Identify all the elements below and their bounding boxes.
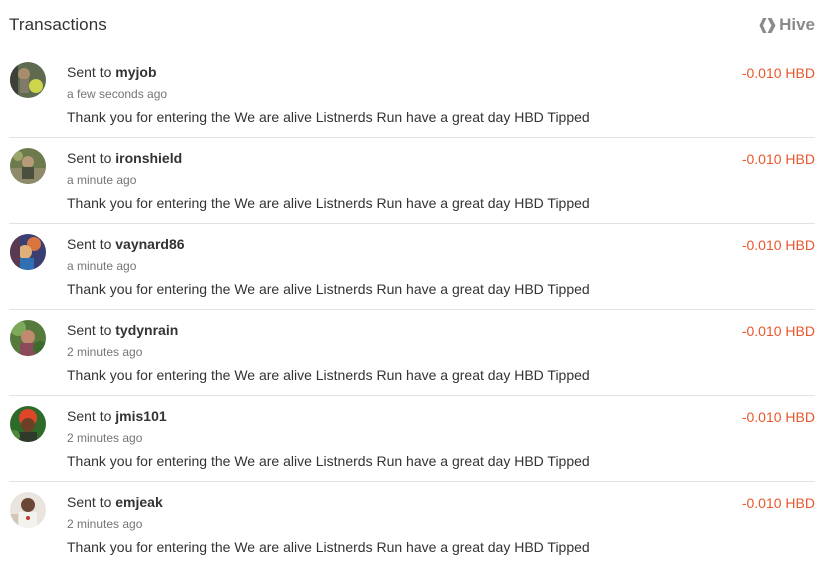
transaction-amount: -0.010 HBD bbox=[741, 495, 815, 511]
hive-logo-icon bbox=[759, 17, 776, 33]
page-title: Transactions bbox=[9, 15, 107, 34]
hive-brand-label: Hive bbox=[779, 15, 815, 34]
transaction-time: a few seconds ago bbox=[67, 87, 168, 101]
user-avatar-emjeak[interactable] bbox=[10, 492, 46, 528]
transaction-row: Sent to vaynard86 a minute ago Thank you… bbox=[9, 224, 815, 310]
transaction-memo: Thank you for entering the We are alive … bbox=[67, 367, 590, 383]
recipient-username[interactable]: jmis101 bbox=[115, 408, 166, 424]
transaction-amount: -0.010 HBD bbox=[741, 323, 815, 339]
transaction-description: Sent to ironshield bbox=[67, 150, 182, 166]
transaction-amount: -0.010 HBD bbox=[741, 65, 815, 81]
user-avatar-jmis101[interactable] bbox=[10, 406, 46, 442]
recipient-username[interactable]: tydynrain bbox=[115, 322, 178, 338]
transaction-time: a minute ago bbox=[67, 259, 137, 273]
transaction-row: Sent to jmis101 2 minutes ago Thank you … bbox=[9, 396, 815, 482]
recipient-username[interactable]: emjeak bbox=[115, 494, 162, 510]
recipient-username[interactable]: myjob bbox=[115, 64, 156, 80]
transactions-header: Transactions Hive bbox=[9, 0, 815, 50]
user-avatar-ironshield[interactable] bbox=[10, 148, 46, 184]
transaction-time: 2 minutes ago bbox=[67, 345, 143, 359]
transaction-memo: Thank you for entering the We are alive … bbox=[67, 539, 590, 555]
transaction-description: Sent to tydynrain bbox=[67, 322, 178, 338]
sent-to-label: Sent to bbox=[67, 64, 112, 80]
transaction-row: Sent to tydynrain 2 minutes ago Thank yo… bbox=[9, 310, 815, 396]
transaction-row: Sent to ironshield a minute ago Thank yo… bbox=[9, 138, 815, 224]
sent-to-label: Sent to bbox=[67, 494, 112, 510]
transaction-description: Sent to jmis101 bbox=[67, 408, 167, 424]
recipient-username[interactable]: vaynard86 bbox=[115, 236, 184, 252]
user-avatar-myjob[interactable] bbox=[10, 62, 46, 98]
transaction-memo: Thank you for entering the We are alive … bbox=[67, 453, 590, 469]
sent-to-label: Sent to bbox=[67, 322, 112, 338]
transaction-amount: -0.010 HBD bbox=[741, 151, 815, 167]
transaction-description: Sent to myjob bbox=[67, 64, 157, 80]
transaction-memo: Thank you for entering the We are alive … bbox=[67, 281, 590, 297]
transaction-time: a minute ago bbox=[67, 173, 137, 187]
hive-brand-link[interactable]: Hive bbox=[759, 15, 815, 35]
transaction-memo: Thank you for entering the We are alive … bbox=[67, 109, 590, 125]
sent-to-label: Sent to bbox=[67, 236, 112, 252]
transaction-row: Sent to myjob a few seconds ago Thank yo… bbox=[9, 52, 815, 138]
user-avatar-tydynrain[interactable] bbox=[10, 320, 46, 356]
sent-to-label: Sent to bbox=[67, 150, 112, 166]
transaction-amount: -0.010 HBD bbox=[741, 409, 815, 425]
transaction-time: 2 minutes ago bbox=[67, 517, 143, 531]
transaction-row: Sent to emjeak 2 minutes ago Thank you f… bbox=[9, 482, 815, 568]
transaction-list: Sent to myjob a few seconds ago Thank yo… bbox=[9, 52, 815, 568]
transaction-time: 2 minutes ago bbox=[67, 431, 143, 445]
user-avatar-vaynard86[interactable] bbox=[10, 234, 46, 270]
transaction-description: Sent to emjeak bbox=[67, 494, 163, 510]
transaction-memo: Thank you for entering the We are alive … bbox=[67, 195, 590, 211]
recipient-username[interactable]: ironshield bbox=[115, 150, 182, 166]
transaction-description: Sent to vaynard86 bbox=[67, 236, 185, 252]
transaction-amount: -0.010 HBD bbox=[741, 237, 815, 253]
sent-to-label: Sent to bbox=[67, 408, 112, 424]
